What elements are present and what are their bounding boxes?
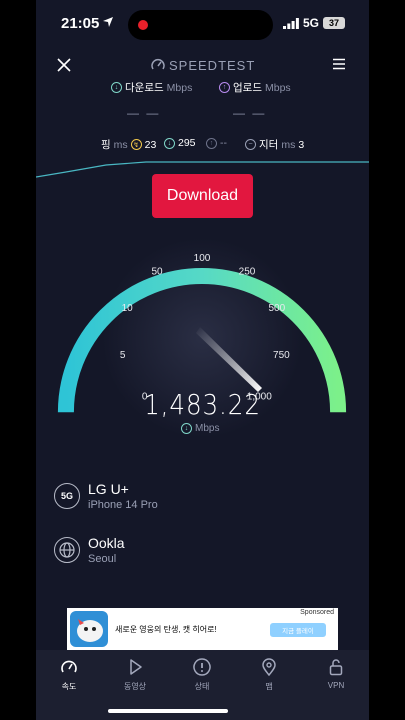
upload-label: 업로드 [233, 82, 262, 94]
gauge-tick-label: 500 [268, 303, 285, 314]
upload-arrow-icon: ↑ [219, 82, 230, 93]
ad-banner[interactable]: Sponsored 새로운 영웅의 탄생, 캣 히어로! 지금 플레이 [67, 608, 338, 650]
nav-item-speed[interactable]: 속도 [41, 658, 97, 692]
speedtest-screen: 21:05 5G 37 SPEEDTEST ↓ 다운로드 Mbps ↑ 업로드 … [36, 0, 369, 720]
upload-unit: Mbps [264, 81, 291, 94]
ad-cta-button[interactable]: 지금 플레이 [270, 623, 326, 637]
download-ping-icon: ↓ [164, 137, 175, 149]
network-type: 5G [303, 16, 320, 30]
upload-ping-icon: ↑ [206, 137, 217, 149]
jitter-icon: ~ [245, 139, 256, 150]
cellular-signal-icon [283, 18, 299, 29]
sponsored-label: Sponsored [300, 609, 334, 616]
nav-label-speed: 속도 [61, 682, 77, 691]
close-icon[interactable] [54, 55, 74, 75]
speedometer-logo-icon [151, 59, 165, 70]
speedtest-logo: SPEEDTEST [151, 55, 261, 75]
download-unit: Mbps [166, 81, 193, 94]
download-ping-value: 295 [178, 137, 196, 149]
recording-indicator-icon [138, 20, 148, 30]
speed-unit: ↓ Mbps [181, 423, 219, 434]
device-name: iPhone 14 Pro [88, 499, 158, 511]
gauge-tick-label: 50 [151, 267, 163, 278]
battery-icon: 37 [323, 17, 345, 29]
speed-unit-label: Mbps [195, 423, 220, 434]
location-arrow-icon [103, 17, 113, 27]
upload-ping-value: -- [220, 137, 227, 149]
status-time: 21:05 [61, 15, 100, 32]
menu-icon[interactable] [332, 57, 346, 71]
ad-text: 새로운 영웅의 탄생, 캣 히어로! [115, 625, 217, 634]
download-metric: ↓ 다운로드 Mbps [111, 80, 192, 95]
nav-label-video: 동영상 [123, 682, 147, 691]
nav-item-video[interactable]: 동영상 [107, 658, 163, 692]
logo-text: SPEEDTEST [169, 57, 256, 73]
gauge-tick-label: 250 [239, 267, 256, 278]
server-city: Seoul [88, 553, 117, 565]
map-pin-icon [262, 658, 276, 676]
play-icon [130, 659, 142, 675]
download-value: — — [127, 106, 161, 120]
gauge-tick-label: 10 [122, 303, 134, 314]
gauge-tick-label: 5 [120, 350, 126, 361]
download-arrow-icon: ↓ [111, 82, 122, 93]
speedometer-icon [61, 660, 77, 673]
nav-item-vpn[interactable]: VPN [308, 658, 364, 690]
lock-icon [329, 659, 343, 676]
download-label: 다운로드 [125, 82, 164, 94]
download-arrow-icon: ↓ [181, 423, 192, 434]
ad-thumbnail [70, 611, 108, 647]
nav-label-map: 맵 [265, 682, 273, 691]
gauge-tick-label: 750 [273, 350, 290, 361]
download-ping-stat: ↓ 295 [164, 137, 196, 149]
upload-metric: ↑ 업로드 Mbps [219, 80, 291, 95]
nav-item-status[interactable]: 상태 [174, 658, 230, 692]
server-row[interactable]: Ookla Seoul [54, 535, 125, 565]
status-bar: 21:05 5G 37 [36, 0, 369, 50]
provider-name: LG U+ [88, 481, 129, 497]
upload-ping-stat: ↑ -- [206, 137, 227, 149]
nav-item-map[interactable]: 맵 [241, 658, 297, 692]
server-name: Ookla [88, 535, 125, 551]
home-indicator [108, 709, 228, 713]
jitter-unit: ms [281, 138, 296, 151]
ping-value: 23 [144, 138, 157, 151]
alert-icon [193, 658, 211, 676]
nav-label-status: 상태 [194, 682, 210, 691]
ping-unit: ms [113, 138, 128, 151]
idle-ping-icon: ↯ [130, 139, 142, 150]
speed-value: 1,483.22 [144, 388, 261, 421]
network-5g-icon: 5G [54, 483, 80, 509]
nav-label-vpn: VPN [327, 681, 345, 690]
provider-row[interactable]: 5G LG U+ iPhone 14 Pro [54, 481, 158, 511]
jitter-value: 3 [298, 138, 305, 151]
globe-icon [54, 537, 80, 563]
dynamic-island [128, 10, 273, 40]
gauge-tick-label: 100 [194, 253, 211, 264]
upload-value: — — [233, 106, 267, 120]
